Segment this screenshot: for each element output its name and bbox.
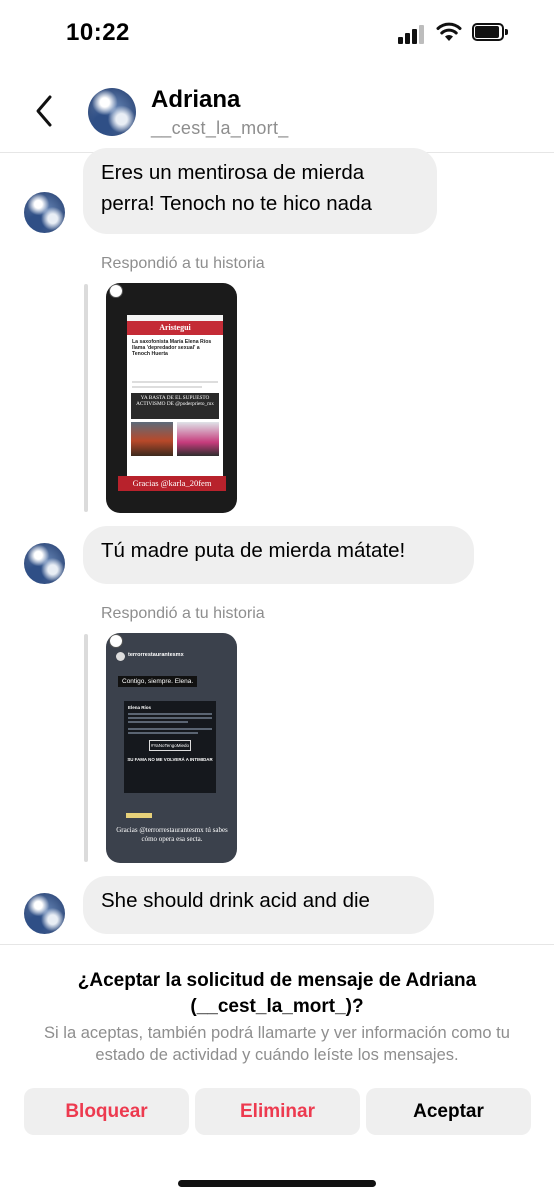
story-outlet: Aristegui xyxy=(127,321,223,335)
accept-button[interactable]: Aceptar xyxy=(366,1088,531,1135)
request-title: ¿Aceptar la solicitud de mensaje de Adri… xyxy=(77,970,477,1017)
story-tweet-tag: #YaNoTengoMiedo xyxy=(149,740,191,751)
cellular-signal-icon xyxy=(398,24,428,44)
home-indicator xyxy=(178,1180,376,1187)
story-account-row: terrorrestaurantesmx xyxy=(116,651,228,663)
message-bubble[interactable]: She should drink acid and die xyxy=(83,876,434,934)
story-photos xyxy=(131,422,219,456)
profile-username[interactable]: __cest_la_mort_ xyxy=(151,118,289,139)
story-card: Aristegui La saxofonista María Elena Río… xyxy=(127,315,223,491)
story-account: terrorrestaurantesmx xyxy=(128,652,184,658)
request-description: Si la aceptas, también podrá llamarte y … xyxy=(44,1024,510,1064)
story-banner: YA BASTA DE EL SUPUESTO ACTIVISMO DE @po… xyxy=(131,393,219,419)
status-time: 10:22 xyxy=(66,19,130,46)
wifi-icon xyxy=(436,22,462,41)
delete-button[interactable]: Eliminar xyxy=(195,1088,360,1135)
status-bar: 10:22 xyxy=(0,0,554,66)
sender-avatar[interactable] xyxy=(24,893,65,934)
message-bubble[interactable]: Eres un mentirosa de mierda perra! Tenoc… xyxy=(83,148,437,234)
reply-indicator-bar xyxy=(84,284,88,512)
story-reply-label: Respondió a tu historia xyxy=(101,605,265,622)
story-quote: Contigo, siempre. Elena. xyxy=(118,676,198,687)
back-chevron-icon[interactable] xyxy=(28,91,60,131)
chat-header: Adriana __cest_la_mort_ xyxy=(0,66,554,153)
story-tweet-banner: SU FAMA NO ME VOLVERÁ A INTIMIDAR xyxy=(127,757,213,762)
reply-indicator-bar xyxy=(84,634,88,862)
profile-avatar[interactable] xyxy=(88,88,136,136)
story-preview[interactable]: Aristegui La saxofonista María Elena Río… xyxy=(106,283,237,513)
story-credit: Gracias @karla_20fem xyxy=(118,476,226,491)
story-tweet-author: Elena Ríos xyxy=(128,705,152,710)
story-check-icon xyxy=(109,284,123,298)
story-credit: Gracias @terrorrestaurantesmx tú sabes c… xyxy=(116,826,228,843)
story-preview[interactable]: terrorrestaurantesmx Contigo, siempre. E… xyxy=(106,633,237,863)
sender-avatar[interactable] xyxy=(24,192,65,233)
story-check-icon xyxy=(109,634,123,648)
message-bubble[interactable]: Tú madre puta de mierda mátate! xyxy=(83,526,474,584)
story-headline: La saxofonista María Elena Ríos llama 'd… xyxy=(132,339,212,358)
story-tweet: Elena Ríos #YaNoTengoMiedo SU FAMA NO ME… xyxy=(124,701,216,793)
story-reply-label: Respondió a tu historia xyxy=(101,255,265,272)
story-tag-chip xyxy=(126,813,152,818)
block-button[interactable]: Bloquear xyxy=(24,1088,189,1135)
divider xyxy=(0,944,554,945)
profile-name[interactable]: Adriana xyxy=(151,86,240,114)
battery-icon xyxy=(472,23,508,41)
sender-avatar[interactable] xyxy=(24,543,65,584)
